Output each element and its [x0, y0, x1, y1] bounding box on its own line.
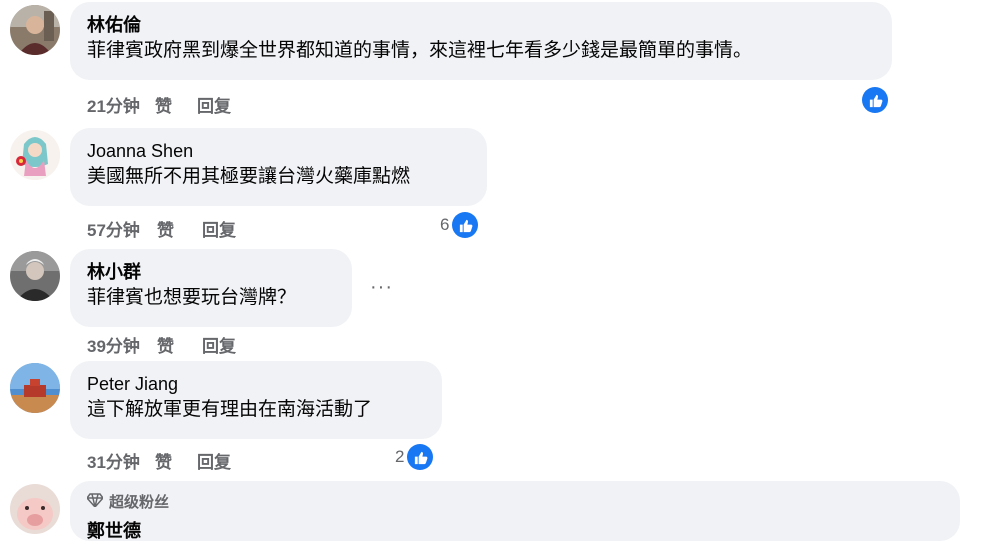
comment-text: 菲律賓政府黑到爆全世界都知道的事情，來這裡七年看多少錢是最簡單的事情。	[87, 40, 753, 61]
avatar[interactable]	[10, 130, 60, 180]
comment-time[interactable]: 21分钟	[87, 92, 155, 117]
reply-button[interactable]: 回复	[202, 216, 236, 241]
diamond-icon	[86, 492, 104, 511]
thumbs-up-icon	[862, 87, 888, 113]
comment-actions: 31分钟 赞 回复	[87, 448, 231, 473]
reaction-count: 2	[395, 447, 405, 466]
reaction-summary[interactable]	[862, 87, 888, 113]
comment-text: 這下解放軍更有理由在南海活動了	[87, 399, 373, 420]
like-button[interactable]: 赞	[157, 216, 202, 241]
ellipsis-icon: ···	[370, 276, 393, 298]
comment-bubble: 超级粉丝 鄭世德	[70, 481, 960, 541]
fan-badge: 超级粉丝	[86, 491, 943, 512]
thumbs-up-icon	[407, 444, 434, 470]
badge-label: 超级粉丝	[109, 494, 170, 511]
comment-author[interactable]: Peter Jiang	[87, 373, 425, 395]
reply-button[interactable]: 回复	[197, 92, 231, 117]
like-button[interactable]: 赞	[155, 92, 197, 117]
comment-time[interactable]: 39分钟	[87, 332, 157, 357]
comment-text: 美國無所不用其極要讓台灣火藥庫點燃	[87, 166, 411, 187]
like-button[interactable]: 赞	[157, 332, 202, 357]
comment-author[interactable]: 林小群	[87, 261, 335, 283]
comment-time[interactable]: 57分钟	[87, 216, 157, 241]
comment-author[interactable]: Joanna Shen	[87, 140, 470, 162]
comment-author[interactable]: 林佑倫	[87, 14, 875, 36]
more-options-button[interactable]: ···	[370, 276, 393, 299]
like-button[interactable]: 赞	[155, 448, 197, 473]
comment-time[interactable]: 31分钟	[87, 448, 155, 473]
comment-actions: 39分钟 赞 回复	[87, 332, 236, 357]
avatar[interactable]	[10, 5, 60, 55]
avatar[interactable]	[10, 484, 60, 534]
comment-actions: 21分钟 赞 回复	[87, 92, 231, 117]
comment-bubble: Peter Jiang 這下解放軍更有理由在南海活動了	[70, 361, 442, 439]
avatar[interactable]	[10, 363, 60, 413]
comment-bubble: 林佑倫 菲律賓政府黑到爆全世界都知道的事情，來這裡七年看多少錢是最簡單的事情。	[70, 2, 892, 80]
comment-bubble: Joanna Shen 美國無所不用其極要讓台灣火藥庫點燃	[70, 128, 487, 206]
comment-bubble: 林小群 菲律賓也想要玩台灣牌？	[70, 249, 352, 327]
reaction-summary[interactable]: 2	[395, 444, 434, 470]
thumbs-up-icon	[452, 212, 479, 238]
comment-author[interactable]: 鄭世德	[87, 520, 943, 542]
comment-text: 菲律賓也想要玩台灣牌？	[87, 287, 297, 308]
reply-button[interactable]: 回复	[197, 448, 231, 473]
reply-button[interactable]: 回复	[202, 332, 236, 357]
comment-actions: 57分钟 赞 回复	[87, 216, 236, 241]
reaction-summary[interactable]: 6	[440, 212, 479, 238]
reaction-count: 6	[440, 215, 450, 234]
avatar[interactable]	[10, 251, 60, 301]
